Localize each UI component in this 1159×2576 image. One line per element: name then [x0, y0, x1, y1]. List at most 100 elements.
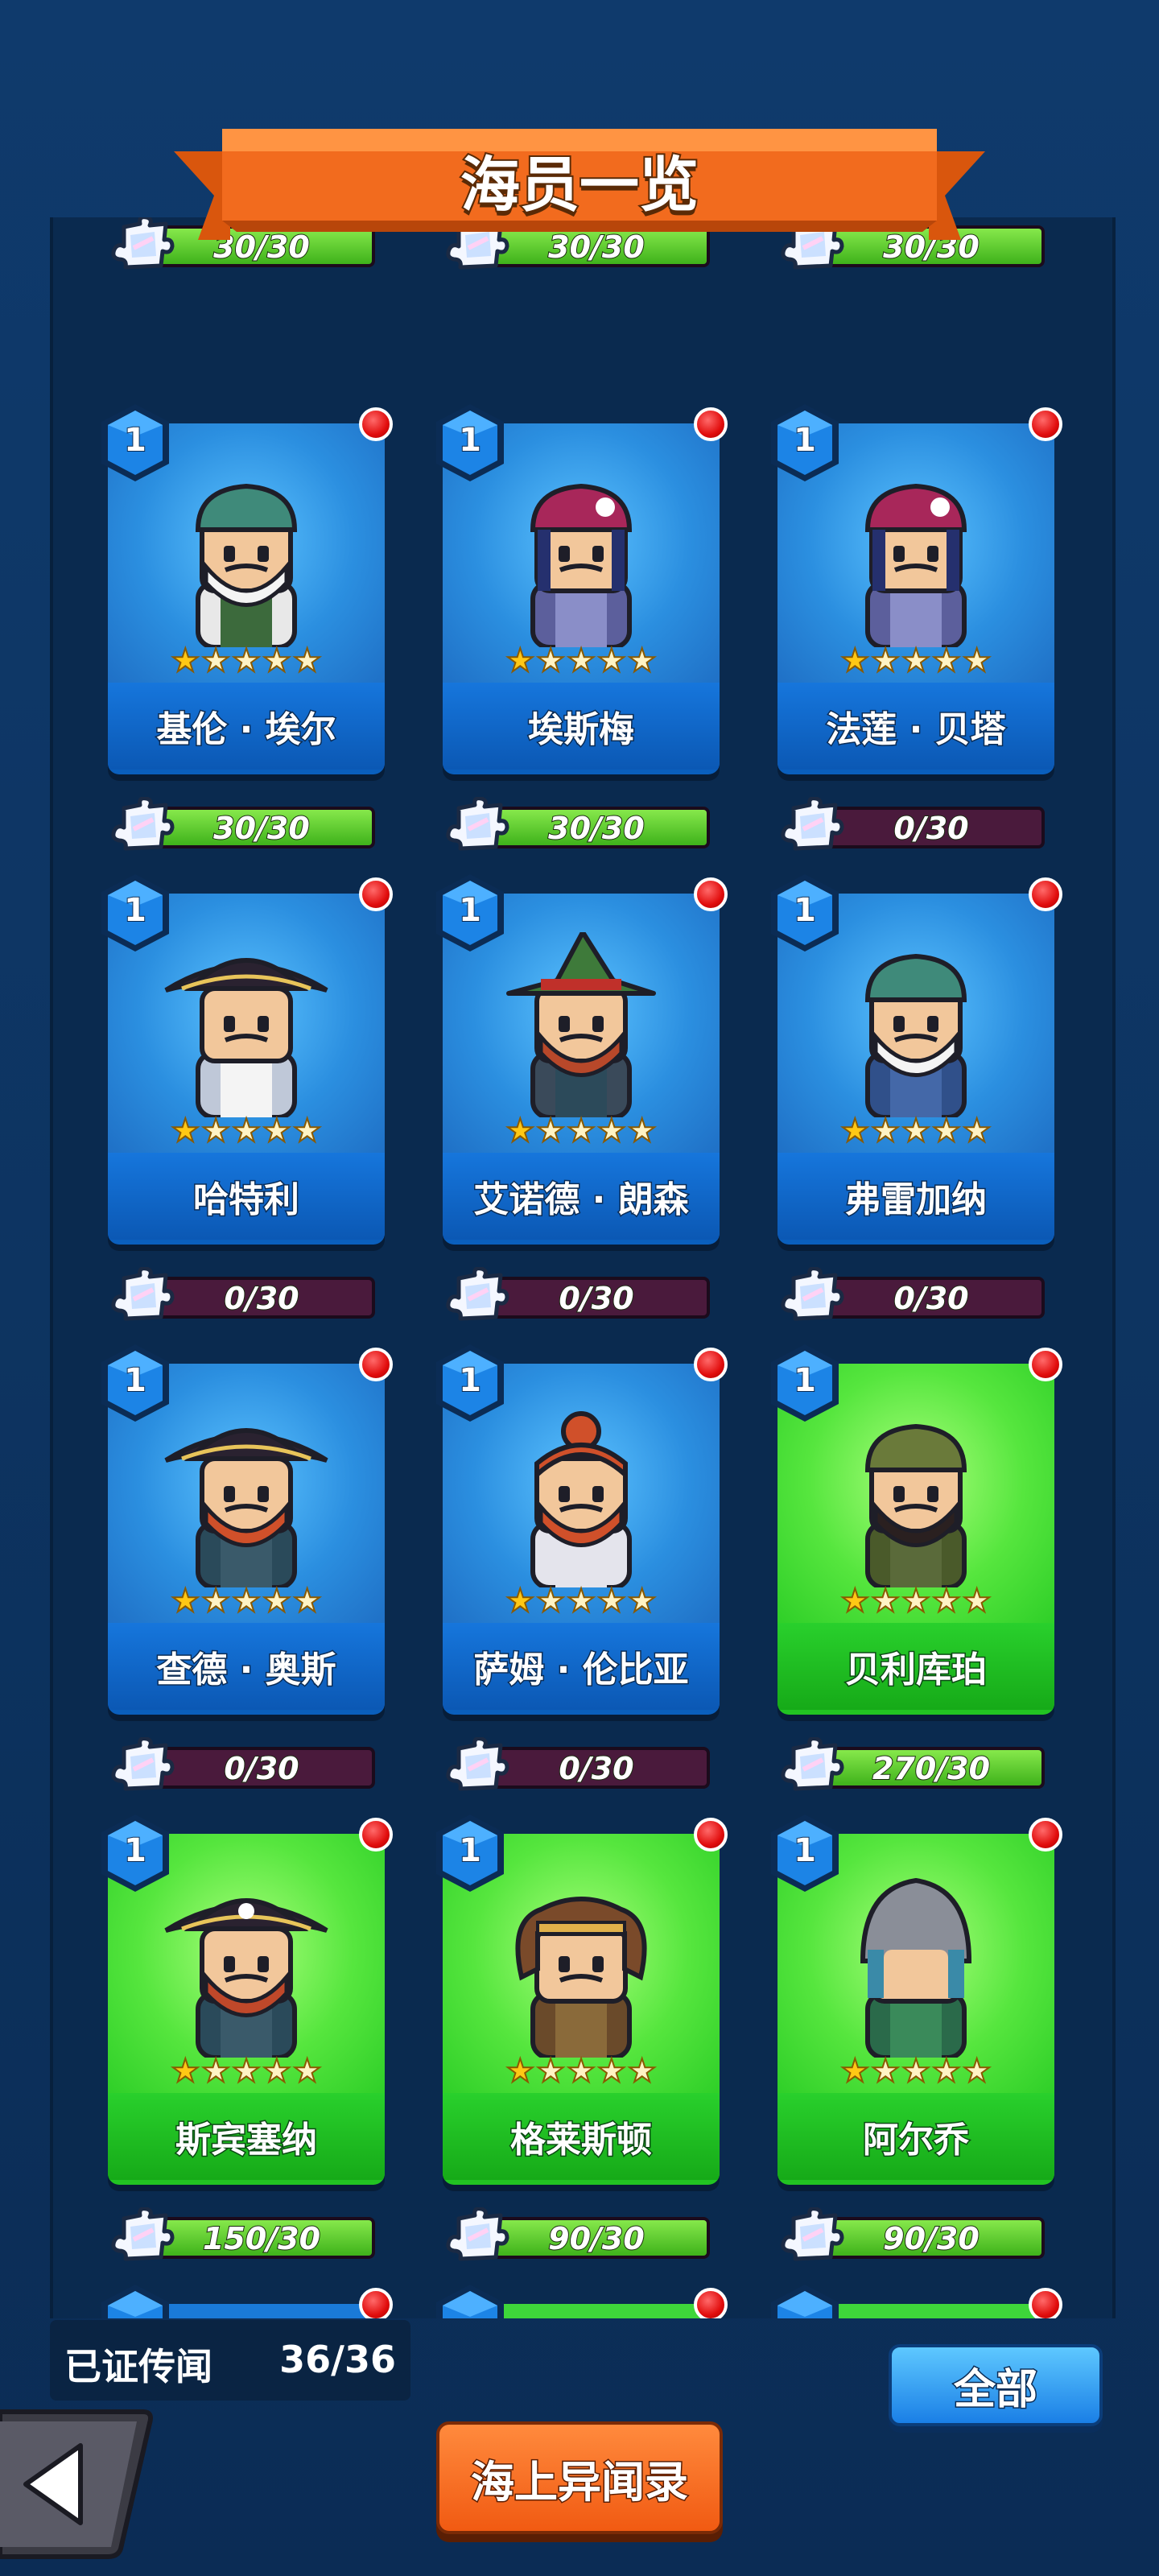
partial-sailor-card[interactable]	[436, 2285, 728, 2318]
star-icon: ★	[566, 2052, 596, 2091]
sailor-name: 艾诺德 · 朗森	[472, 1179, 690, 1222]
shard-count: 0/30	[558, 1751, 634, 1786]
filter-all-label: 全部	[952, 2364, 1038, 2415]
star-rating: ★★★★★	[443, 2052, 720, 2091]
partial-sailor-card[interactable]	[771, 2285, 1062, 2318]
star-icon: ★	[901, 1582, 931, 1620]
shard-progress: 90/30	[444, 2207, 726, 2265]
notification-dot-icon	[694, 407, 728, 441]
shard-count: 30/30	[212, 811, 311, 846]
star-icon: ★	[262, 1112, 292, 1150]
level-badge: 1	[97, 871, 174, 955]
sailor-name: 基伦 · 埃尔	[155, 708, 337, 752]
progress-bar: 90/30	[818, 2217, 1045, 2259]
star-icon: ★	[931, 642, 962, 680]
notification-dot-icon	[359, 877, 393, 911]
name-band: 查德 · 奥斯	[108, 1623, 385, 1710]
sea-records-button[interactable]: 海上异闻录	[436, 2421, 723, 2534]
tricorn-redbeard-portrait	[158, 1402, 335, 1591]
name-band: 艾诺德 · 朗森	[443, 1153, 720, 1240]
partial-sailor-card[interactable]	[101, 2285, 393, 2318]
level-badge: 1	[431, 871, 509, 955]
star-icon: ★	[596, 1112, 627, 1150]
star-rating: ★★★★★	[777, 642, 1054, 680]
notification-dot-icon	[694, 877, 728, 911]
level-number: 1	[793, 1831, 817, 1870]
shard-progress: 0/30	[109, 1266, 391, 1325]
star-icon: ★	[200, 1582, 231, 1620]
sailor-name: 弗雷加纳	[844, 1179, 988, 1222]
shard-count: 0/30	[223, 1751, 299, 1786]
progress-bar: 0/30	[818, 1277, 1045, 1319]
star-icon: ★	[231, 642, 262, 680]
star-icon: ★	[535, 2052, 566, 2091]
notification-dot-icon	[1029, 1818, 1062, 1852]
star-icon: ★	[566, 1112, 596, 1150]
star-rating: ★★★★★	[777, 2052, 1054, 2091]
star-rating: ★★★★★	[108, 2052, 385, 2091]
star-icon: ★	[627, 2052, 658, 2091]
star-icon: ★	[962, 642, 992, 680]
star-icon: ★	[596, 2052, 627, 2091]
star-rating: ★★★★★	[443, 1112, 720, 1150]
sailor-list-panel[interactable]: 30/30 30/30 30/30 ★★★★★ 基伦 · 埃尔 1 30/30 ★★★★★ 埃斯…	[50, 217, 1116, 2318]
star-rating: ★★★★★	[108, 1112, 385, 1150]
level-number: 1	[793, 891, 817, 930]
camo-bandana-portrait	[827, 1402, 1004, 1591]
collected-value: 36/36	[279, 2338, 396, 2381]
star-icon: ★	[962, 1112, 992, 1150]
name-band: 格莱斯顿	[443, 2093, 720, 2180]
star-icon: ★	[870, 1112, 901, 1150]
star-icon: ★	[901, 2052, 931, 2091]
sailor-name: 阿尔乔	[862, 2119, 971, 2162]
star-icon: ★	[962, 1582, 992, 1620]
shard-progress: 150/30	[109, 2207, 391, 2265]
star-icon: ★	[200, 1112, 231, 1150]
progress-bar: 30/30	[148, 807, 375, 848]
shard-count: 0/30	[893, 811, 969, 846]
name-band: 哈特利	[108, 1153, 385, 1240]
puzzle-shard-icon	[109, 1266, 182, 1330]
notification-dot-icon	[359, 2288, 393, 2318]
shard-count: 90/30	[547, 2221, 645, 2256]
star-icon: ★	[535, 642, 566, 680]
puzzle-shard-icon	[444, 2207, 517, 2270]
level-number: 1	[458, 421, 482, 460]
level-number: 1	[123, 1831, 147, 1870]
star-icon: ★	[262, 2052, 292, 2091]
back-arrow-icon	[0, 2409, 153, 2559]
progress-bar: 30/30	[483, 807, 710, 848]
level-badge: 1	[766, 401, 843, 485]
star-icon: ★	[535, 1112, 566, 1150]
puzzle-shard-icon	[109, 217, 182, 279]
sea-records-label: 海上异闻录	[470, 2455, 690, 2508]
curly-hair-scar-portrait	[493, 1872, 670, 2061]
star-rating: ★★★★★	[108, 642, 385, 680]
level-number: 1	[458, 891, 482, 930]
star-icon: ★	[627, 1582, 658, 1620]
star-icon: ★	[839, 1112, 870, 1150]
star-icon: ★	[292, 1582, 323, 1620]
star-icon: ★	[627, 642, 658, 680]
notification-dot-icon	[359, 1818, 393, 1852]
shard-count: 0/30	[558, 1281, 634, 1316]
progress-bar: 0/30	[148, 1747, 375, 1789]
sailor-name: 贝利库珀	[844, 1649, 988, 1692]
star-icon: ★	[292, 2052, 323, 2091]
star-icon: ★	[231, 1582, 262, 1620]
filter-all-button[interactable]: 全部	[889, 2344, 1103, 2426]
skull-bandana-girl-portrait	[827, 462, 1004, 650]
puzzle-shard-icon	[779, 2207, 852, 2270]
level-number: 1	[123, 421, 147, 460]
star-rating: ★★★★★	[777, 1582, 1054, 1620]
level-badge: 1	[97, 1341, 174, 1425]
level-badge	[431, 2281, 509, 2318]
star-icon: ★	[627, 1112, 658, 1150]
shard-count: 150/30	[202, 2221, 321, 2256]
level-badge: 1	[766, 871, 843, 955]
star-rating: ★★★★★	[108, 1582, 385, 1620]
star-icon: ★	[931, 1112, 962, 1150]
level-number: 1	[793, 1361, 817, 1400]
puzzle-shard-icon	[444, 796, 517, 860]
back-button[interactable]	[0, 2404, 155, 2562]
